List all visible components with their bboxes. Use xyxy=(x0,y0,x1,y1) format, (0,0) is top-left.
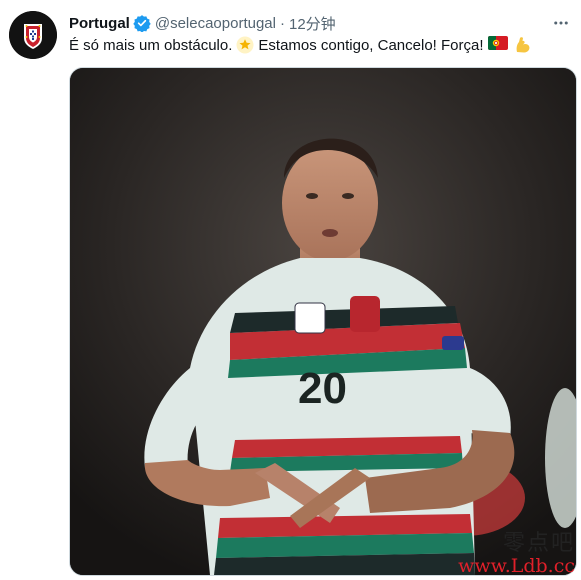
author-handle[interactable]: @selecaoportugal xyxy=(155,15,276,32)
watermark-line1: 零点吧 xyxy=(502,531,575,556)
star-emoji xyxy=(236,36,254,54)
verified-badge-icon xyxy=(133,14,151,32)
portugal-flag-emoji xyxy=(487,36,508,54)
author-name[interactable]: Portugal xyxy=(69,15,130,32)
tweet[interactable]: Portugal @selecaoportugal · 12分钟 É só ma… xyxy=(0,0,581,580)
tweet-text-part2: Estamos contigo, Cancelo! Força! xyxy=(258,36,484,54)
timestamp[interactable]: 12分钟 xyxy=(289,13,336,34)
tweet-photo[interactable]: 20 xyxy=(69,67,577,576)
flexed-biceps-emoji xyxy=(514,36,532,54)
avatar[interactable] xyxy=(9,11,57,59)
tweet-text: É só mais um obstáculo. Estamos contigo,… xyxy=(69,35,536,55)
fpf-crest-icon xyxy=(9,11,57,59)
tweet-header: Portugal @selecaoportugal · 12分钟 xyxy=(69,13,569,33)
jersey-number: 20 xyxy=(298,364,347,413)
watermark-line2: www.Ldb.cc xyxy=(458,555,575,577)
watermark: 零点吧 www.Ldb.cc xyxy=(458,533,575,576)
separator-dot: · xyxy=(279,14,285,32)
tweet-text-part1: É só mais um obstáculo. xyxy=(69,36,233,54)
player-photo: 20 xyxy=(70,68,576,575)
more-options-icon[interactable] xyxy=(551,13,571,33)
